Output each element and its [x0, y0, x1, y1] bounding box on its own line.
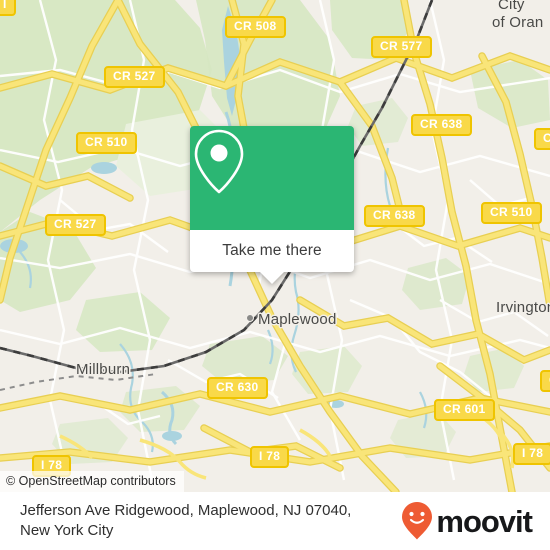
road-shield-cr601: CR 601	[434, 399, 495, 421]
address-line-2: New York City	[20, 522, 114, 539]
osm-attribution[interactable]: © OpenStreetMap contributors	[0, 471, 184, 492]
moovit-wordmark: moovit	[436, 503, 533, 539]
location-popup[interactable]: Take me there	[190, 126, 354, 284]
road-shield-cr638-top: CR 638	[411, 114, 472, 136]
place-label-maplewood: Maplewood	[258, 311, 337, 328]
road-shield-cr510-right: CR 510	[481, 202, 542, 224]
place-label-of-orange: of Oran	[492, 14, 544, 31]
address-line-1: Jefferson Ave Ridgewood, Maplewood, NJ 0…	[20, 502, 352, 519]
road-shield-cr630: CR 630	[207, 377, 268, 399]
road-shield-cr638-mid: CR 638	[364, 205, 425, 227]
place-dot	[246, 314, 254, 322]
place-label-irvington: Irvington	[496, 299, 550, 316]
road-shield-cr5-edge: CR 5	[534, 128, 550, 150]
moovit-logo[interactable]: moovit	[401, 501, 536, 541]
map-screenshot: City of Oran Maplewood Irvington Millbur…	[0, 0, 550, 550]
popup-tail	[259, 271, 285, 284]
moovit-smiley-pin-icon	[402, 502, 433, 540]
map-canvas[interactable]: City of Oran Maplewood Irvington Millbur…	[0, 0, 550, 492]
place-label-millburn: Millburn	[76, 361, 131, 378]
place-label-city: City	[498, 0, 525, 13]
map-pin-icon	[194, 129, 244, 194]
road-shield-edge-bottom-right: C	[540, 370, 550, 392]
footer-bar: Jefferson Ave Ridgewood, Maplewood, NJ 0…	[0, 492, 550, 550]
popup-footer[interactable]: Take me there	[190, 230, 354, 284]
road-shield-cr508: CR 508	[225, 16, 286, 38]
road-shield-cr527-top: CR 527	[104, 66, 165, 88]
road-shield-i78-right: I 78	[513, 443, 550, 465]
road-shield-cr510-left: CR 510	[76, 132, 137, 154]
road-shield-cr577: CR 577	[371, 36, 432, 58]
road-shield-cr527-left: CR 527	[45, 214, 106, 236]
take-me-there-label: Take me there	[222, 242, 322, 259]
popup-header	[190, 126, 354, 230]
road-shield-i78-center: I 78	[250, 446, 290, 468]
address-text: Jefferson Ave Ridgewood, Maplewood, NJ 0…	[20, 501, 401, 541]
road-shield-edge-top-left: I	[0, 0, 16, 16]
